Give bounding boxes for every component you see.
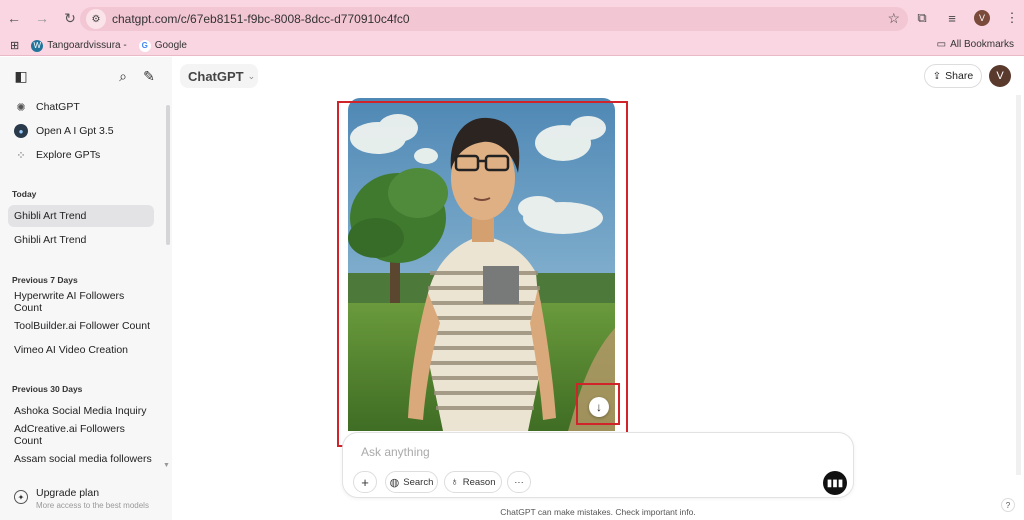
sidebar-item-label: Explore GPTs <box>36 149 101 161</box>
share-icon: ⇪ <box>932 70 942 82</box>
chat-history-item[interactable]: Assam social media followers <box>8 448 154 470</box>
back-icon[interactable]: ← <box>2 6 26 30</box>
address-bar[interactable]: ⚙ chatgpt.com/c/67eb8151-f9bc-8008-8dcc-… <box>80 7 908 31</box>
sidebar-toolbar: ◧ ⌕ ✎ <box>12 67 162 87</box>
plus-icon: + <box>361 474 369 490</box>
chat-history-item[interactable]: ToolBuilder.ai Follower Count <box>8 315 154 337</box>
grid-icon: ⁘ <box>16 149 26 162</box>
globe-icon: ◍ <box>389 476 400 489</box>
disclaimer-text: ChatGPT can make mistakes. Check importa… <box>500 507 696 517</box>
avatar[interactable]: V <box>989 65 1011 87</box>
reason-button[interactable]: ♁ Reason <box>444 471 502 493</box>
bookmark-label: Google <box>154 40 187 51</box>
lightbulb-icon: ♁ <box>450 476 459 488</box>
upgrade-icon: ✦ <box>14 490 28 504</box>
all-bookmarks-label: All Bookmarks <box>950 39 1014 50</box>
voice-mode-button[interactable]: ▮▮▮ <box>823 471 847 495</box>
main-scrollbar[interactable] <box>1016 95 1021 475</box>
chat-history-item[interactable]: Hyperwrite AI Followers Count <box>8 290 154 314</box>
profile-button[interactable]: V <box>970 6 994 30</box>
menu-kebab-icon[interactable]: ⋮ <box>1000 6 1024 30</box>
browser-toolbar: ← → ↻ ⚙ chatgpt.com/c/67eb8151-f9bc-8008… <box>0 0 1024 36</box>
bookmark-star-icon[interactable]: ☆ <box>887 10 900 27</box>
profile-avatar: V <box>974 10 990 26</box>
reload-icon[interactable]: ↻ <box>58 6 82 30</box>
download-icon[interactable]: ↓ <box>589 397 609 417</box>
search-button[interactable]: ◍ Search <box>385 471 438 493</box>
folder-icon: ▭ <box>936 39 947 50</box>
attach-button[interactable]: + <box>353 471 377 493</box>
sidebar-item-label: Open A I Gpt 3.5 <box>36 125 114 137</box>
sidebar-item-label: ChatGPT <box>36 101 80 113</box>
bookmarks-bar: ⊞ W Tangoardvissura - G Google ▭ All Boo… <box>0 36 1024 56</box>
search-icon[interactable]: ⌕ <box>114 67 132 85</box>
bookmark-item[interactable]: G Google <box>138 39 187 52</box>
chevron-down-icon: ⌄ <box>247 70 256 81</box>
chat-history-item[interactable]: Ashoka Social Media Inquiry <box>8 400 154 422</box>
chat-title: ToolBuilder.ai Follower Count <box>14 320 150 332</box>
forward-icon[interactable]: → <box>30 6 54 30</box>
apps-grid-icon[interactable]: ⊞ <box>10 39 19 52</box>
upgrade-title: Upgrade plan <box>36 487 100 499</box>
openai-icon: ✺ <box>16 101 26 114</box>
extensions-icon[interactable]: ⧉ <box>910 6 934 30</box>
chat-title: Hyperwrite AI Followers Count <box>14 290 125 314</box>
chat-title: Ashoka Social Media Inquiry <box>14 405 147 417</box>
search-label: Search <box>403 476 434 488</box>
share-label: Share <box>945 70 974 82</box>
chat-history-item[interactable]: Ghibli Art Trend <box>8 205 154 227</box>
chat-history-item[interactable]: Ghibli Art Trend <box>8 229 154 251</box>
sidebar-item-chatgpt[interactable]: ✺ ChatGPT <box>8 96 154 118</box>
wordpress-icon: W <box>31 39 44 52</box>
sidebar-toggle-icon[interactable]: ◧ <box>12 67 30 85</box>
sidebar: ◧ ⌕ ✎ ✺ ChatGPT ● Open A I Gpt 3.5 ⁘ Exp… <box>0 57 172 520</box>
all-bookmarks[interactable]: ▭ All Bookmarks <box>937 39 1014 50</box>
share-button[interactable]: ⇪ Share <box>924 64 982 88</box>
section-title: Previous 30 Days <box>12 384 83 394</box>
message-composer[interactable]: Ask anything + ◍ Search ♁ Reason ··· ▮▮▮ <box>342 432 854 498</box>
bookmark-label: Tangoardvissura - <box>47 40 127 51</box>
section-title: Previous 7 Days <box>12 275 78 285</box>
chat-title: AdCreative.ai Followers Count <box>14 423 125 447</box>
gpt-avatar-icon: ● <box>14 124 28 138</box>
more-options-button[interactable]: ··· <box>507 471 531 493</box>
sidebar-item-gpt[interactable]: ● Open A I Gpt 3.5 <box>8 120 154 142</box>
url-text: chatgpt.com/c/67eb8151-f9bc-8008-8dcc-d7… <box>112 12 410 26</box>
more-label: ··· <box>514 476 524 488</box>
chat-history-item[interactable]: AdCreative.ai Followers Count <box>8 423 154 447</box>
chat-title: Ghibli Art Trend <box>14 234 87 246</box>
chat-title: Assam social media followers <box>14 453 152 465</box>
sidebar-item-explore[interactable]: ⁘ Explore GPTs <box>8 144 154 166</box>
bookmark-item[interactable]: W Tangoardvissura - <box>31 39 127 52</box>
reason-label: Reason <box>462 476 496 488</box>
chat-title: Vimeo AI Video Creation <box>14 344 129 356</box>
model-selector[interactable]: ChatGPT ⌄ <box>180 64 258 88</box>
help-button[interactable]: ? <box>1001 498 1015 512</box>
site-info-icon[interactable]: ⚙ <box>86 9 106 29</box>
new-chat-icon[interactable]: ✎ <box>140 67 158 85</box>
section-title: Today <box>12 189 37 199</box>
chat-title: Ghibli Art Trend <box>14 210 87 222</box>
chat-history-item[interactable]: Vimeo AI Video Creation <box>8 339 154 361</box>
composer-input[interactable]: Ask anything <box>361 445 430 459</box>
scroll-down-icon[interactable]: ▼ <box>163 462 170 469</box>
sidebar-scrollbar[interactable] <box>166 105 170 245</box>
waveform-icon: ▮▮▮ <box>826 477 844 489</box>
media-icon[interactable]: ≡ <box>940 6 964 30</box>
google-icon: G <box>138 39 151 52</box>
model-name: ChatGPT <box>188 68 244 84</box>
